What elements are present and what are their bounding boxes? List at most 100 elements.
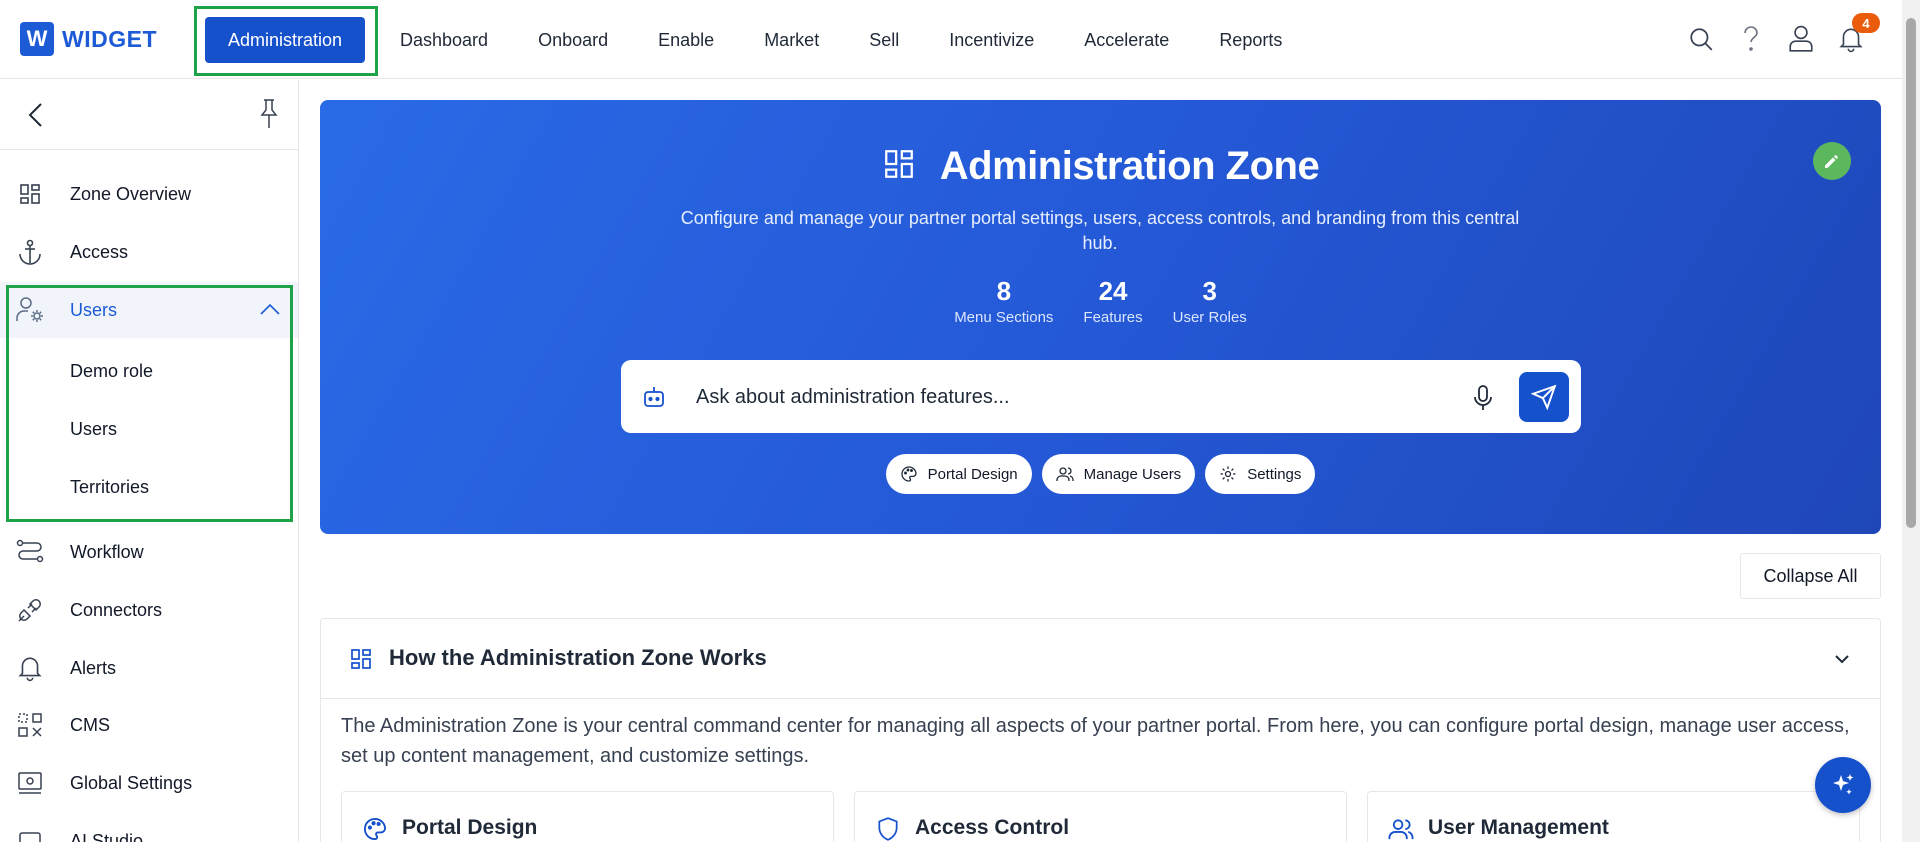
sidebar-item-label: Alerts (70, 657, 117, 678)
dashboard-icon (349, 647, 373, 671)
send-icon (1531, 384, 1557, 410)
card-portal-design[interactable]: Portal Design (341, 791, 834, 842)
sidebar-subitem-users[interactable]: Users (70, 409, 117, 449)
card-title: Access Control (915, 816, 1070, 839)
settings-icon (15, 768, 45, 798)
card-access-control[interactable]: Access Control (854, 791, 1347, 842)
card-title: User Management (1428, 816, 1609, 839)
stat-value: 8 (996, 276, 1012, 306)
section-description: The Administration Zone is your central … (341, 715, 1850, 767)
sidebar-item-label: Global Settings (70, 772, 193, 793)
notification-badge: 4 (1852, 13, 1880, 33)
sidebar-item-zone-overview[interactable]: Zone Overview (0, 166, 298, 222)
chip-label: Settings (1247, 465, 1302, 483)
sidebar-header (0, 80, 298, 150)
sidebar-subitem-demo-role[interactable]: Demo role (70, 351, 153, 391)
hero-title: Administration Zone (320, 144, 1881, 189)
chip-portal-design[interactable]: Portal Design (885, 454, 1032, 494)
nav-item-enable[interactable]: Enable (633, 17, 739, 63)
sidebar-item-cms[interactable]: CMS (0, 697, 298, 753)
users-icon (1388, 816, 1414, 842)
sidebar-item-access[interactable]: Access (0, 224, 298, 280)
card-user-management[interactable]: User Management (1367, 791, 1860, 842)
chip-settings[interactable]: Settings (1205, 454, 1316, 494)
nav-item-market[interactable]: Market (739, 17, 844, 63)
back-icon[interactable] (22, 100, 52, 130)
palette-icon (362, 816, 388, 842)
help-icon[interactable] (1736, 20, 1766, 58)
send-button[interactable] (1519, 372, 1569, 422)
ask-input[interactable] (696, 378, 1456, 416)
plug-icon (15, 595, 45, 625)
quick-chips: Portal Design Manage Users Settings (320, 454, 1881, 494)
robot-icon (641, 384, 667, 410)
sidebar-subitem-territories[interactable]: Territories (70, 467, 149, 507)
sidebar-item-label: Connectors (70, 599, 163, 620)
bell-icon[interactable]: 4 (1836, 13, 1880, 58)
sparkle-icon (1833, 774, 1854, 795)
workflow-icon (15, 537, 45, 567)
microphone-icon[interactable] (1471, 384, 1497, 412)
sidebar-item-label: Workflow (70, 541, 144, 562)
ai-icon (15, 826, 45, 842)
search-icon[interactable] (1686, 20, 1716, 58)
nav-item-accelerate[interactable]: Accelerate (1059, 17, 1194, 63)
cms-icon (15, 710, 45, 740)
chip-label: Manage Users (1083, 465, 1182, 483)
stat-features: 24 Features (1083, 276, 1142, 326)
chevron-up-icon[interactable] (259, 300, 281, 320)
sidebar-item-label: Users (70, 299, 118, 320)
sidebar-item-label: Access (70, 241, 129, 262)
anchor-icon (15, 237, 45, 267)
user-icon[interactable] (1786, 20, 1816, 58)
section-title: How the Administration Zone Works (389, 645, 767, 670)
how-it-works-section: How the Administration Zone Works The Ad… (320, 618, 1881, 842)
hero-stats: 8 Menu Sections 24 Features 3 User Roles (320, 276, 1881, 326)
gear-icon (1220, 466, 1236, 482)
hero-title-text: Administration Zone (939, 144, 1320, 188)
sidebar: Zone Overview Access Users Demo role Use… (0, 80, 299, 842)
logo[interactable]: W WIDGET (20, 22, 157, 56)
logo-text: WIDGET (62, 25, 157, 52)
nav-item-incentivize[interactable]: Incentivize (924, 17, 1059, 63)
sidebar-item-label: CMS (70, 714, 110, 735)
nav-item-dashboard[interactable]: Dashboard (375, 17, 513, 63)
dashboard-icon (882, 147, 916, 186)
grid-icon (15, 179, 45, 209)
nav-item-reports[interactable]: Reports (1194, 17, 1307, 63)
main-nav: Administration Dashboard Onboard Enable … (205, 17, 1307, 63)
sidebar-item-connectors[interactable]: Connectors (0, 582, 298, 638)
stat-value: 3 (1202, 276, 1217, 306)
stat-label: User Roles (1172, 309, 1247, 326)
card-title: Portal Design (402, 816, 538, 839)
sidebar-item-users[interactable]: Users (0, 282, 298, 338)
users-icon (1055, 467, 1074, 481)
chip-label: Portal Design (927, 465, 1018, 483)
chevron-down-icon[interactable] (1832, 649, 1852, 669)
hero-subtitle: Configure and manage your partner portal… (680, 208, 1520, 253)
nav-item-administration[interactable]: Administration (205, 17, 365, 63)
user-gear-icon (15, 295, 45, 325)
shield-icon (875, 816, 901, 842)
sidebar-item-alerts[interactable]: Alerts (0, 640, 298, 696)
bell-icon (15, 653, 45, 683)
ai-assistant-button[interactable] (1815, 757, 1871, 813)
stat-user-roles: 3 User Roles (1173, 276, 1247, 326)
sidebar-item-label: AI Studio (70, 830, 144, 842)
logo-mark: W (20, 22, 54, 56)
collapse-all-button[interactable]: Collapse All (1740, 553, 1881, 599)
chip-manage-users[interactable]: Manage Users (1041, 454, 1196, 494)
how-it-works-header[interactable]: How the Administration Zone Works (321, 619, 1880, 699)
pin-icon[interactable] (258, 98, 284, 130)
scrollbar-thumb[interactable] (1906, 18, 1916, 528)
sidebar-item-global-settings[interactable]: Global Settings (0, 755, 298, 811)
nav-item-sell[interactable]: Sell (844, 17, 924, 63)
palette-icon (900, 466, 917, 482)
nav-item-onboard[interactable]: Onboard (513, 17, 633, 63)
sidebar-item-workflow[interactable]: Workflow (0, 524, 298, 580)
page-scrollbar[interactable] (1902, 0, 1920, 842)
hero-banner: Administration Zone Configure and manage… (320, 100, 1881, 534)
sidebar-item-ai-studio[interactable]: AI Studio (0, 813, 298, 842)
header-actions: 4 (1686, 13, 1880, 58)
stat-value: 24 (1098, 276, 1128, 306)
